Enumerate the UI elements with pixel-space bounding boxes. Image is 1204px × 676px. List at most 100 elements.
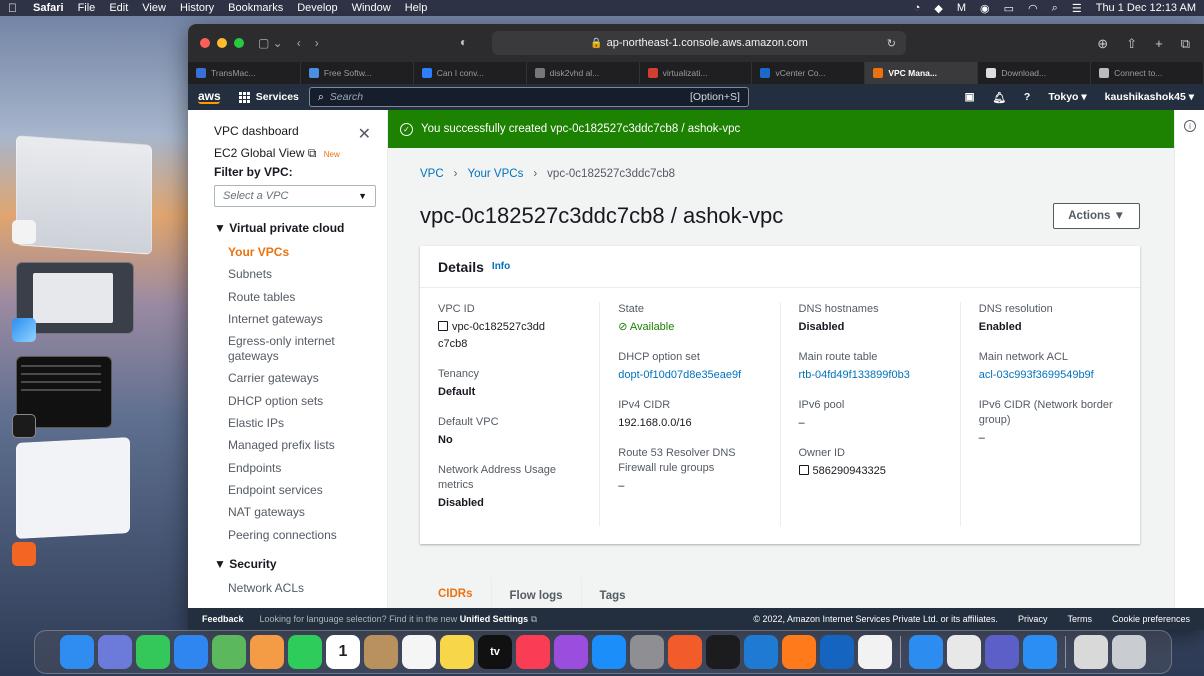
tab-tags[interactable]: Tags — [582, 578, 644, 609]
reminders-icon[interactable] — [402, 635, 436, 669]
reload-icon[interactable]: ↻ — [887, 37, 896, 50]
contacts-icon[interactable] — [364, 635, 398, 669]
terms-link[interactable]: Terms — [1067, 614, 1092, 624]
close-window-button[interactable] — [200, 38, 210, 48]
music-icon[interactable] — [516, 635, 550, 669]
browser-tab[interactable]: Connect to... — [1091, 62, 1204, 84]
nav-item-endpoints[interactable]: Endpoints — [228, 461, 387, 476]
nav-item-peering-connections[interactable]: Peering connections — [228, 528, 387, 543]
cookie-preferences-link[interactable]: Cookie preferences — [1112, 614, 1190, 624]
tab-cidrs[interactable]: CIDRs — [420, 577, 492, 608]
outlook-icon[interactable] — [820, 635, 854, 669]
actions-dropdown-button[interactable]: Actions ▼ — [1053, 203, 1140, 229]
battery-icon[interactable]: ▭ — [1004, 2, 1014, 15]
tab-flow-logs[interactable]: Flow logs — [492, 577, 582, 608]
document-icon[interactable] — [858, 635, 892, 669]
textedit-icon[interactable] — [947, 635, 981, 669]
tab-overview-icon[interactable]: ⧉ — [1181, 36, 1190, 52]
menu-help[interactable]: Help — [405, 2, 428, 14]
nav-item-subnets[interactable]: Subnets — [228, 267, 387, 282]
browser-tab[interactable]: virtualizati... — [640, 62, 753, 84]
main-network-acl-link[interactable]: acl-03c993f3699549b9f — [979, 367, 1122, 384]
breadcrumb-your-vpcs[interactable]: Your VPCs — [468, 168, 524, 180]
browser-tab[interactable]: disk2vhd al... — [527, 62, 640, 84]
menu-window[interactable]: Window — [352, 2, 391, 14]
minimize-window-button[interactable] — [217, 38, 227, 48]
new-tab-icon[interactable]: + — [1155, 36, 1163, 52]
tv-icon[interactable]: tv — [478, 635, 512, 669]
menu-file[interactable]: File — [78, 2, 96, 14]
nav-item-nat-gateways[interactable]: NAT gateways — [228, 505, 387, 520]
status-app-icon[interactable]: ◆ — [934, 2, 942, 15]
nav-item-endpoint-services[interactable]: Endpoint services — [228, 483, 387, 498]
menu-develop[interactable]: Develop — [297, 2, 337, 14]
zoom-window-button[interactable] — [234, 38, 244, 48]
browser-tab[interactable]: Free Softw... — [301, 62, 414, 84]
services-menu-button[interactable]: Services — [238, 91, 299, 103]
info-icon[interactable]: i — [1184, 120, 1196, 132]
status-m-icon[interactable]: M — [957, 2, 966, 14]
nav-section-security[interactable]: ▼ Security — [214, 557, 387, 571]
document-app-icon[interactable] — [12, 220, 36, 244]
browser-tab[interactable]: vCenter Co... — [752, 62, 866, 84]
keynote-icon[interactable] — [1023, 635, 1057, 669]
share-icon[interactable]: ⇧ — [1126, 36, 1137, 52]
wifi-icon[interactable]: ◠ — [1028, 2, 1038, 15]
status-clock-icon[interactable]: ◉ — [980, 2, 990, 15]
apple-menu-icon[interactable]:  — [8, 1, 17, 15]
forward-icon[interactable]: › — [315, 36, 319, 50]
cloudshell-icon[interactable]: ▣ — [965, 91, 975, 103]
privacy-link[interactable]: Privacy — [1018, 614, 1048, 624]
finder-icon[interactable] — [12, 318, 36, 342]
nav-item-egress-only-internet-gateways[interactable]: Egress-only internet gateways — [228, 334, 348, 364]
browser-tab[interactable]: TransMac... — [188, 62, 301, 84]
notes-icon[interactable] — [440, 635, 474, 669]
address-bar[interactable]: 🔒 ap-northeast-1.console.aws.amazon.com … — [492, 31, 906, 55]
launchpad-icon[interactable] — [98, 635, 132, 669]
console-search-input[interactable]: ⌕ Search [Option+S] — [308, 87, 749, 107]
menu-edit[interactable]: Edit — [109, 2, 128, 14]
browser-tab[interactable]: Download... — [978, 62, 1092, 84]
nav-item-route-tables[interactable]: Route tables — [228, 290, 387, 305]
menu-app-name[interactable]: Safari — [33, 2, 64, 14]
nav-item-network-acls[interactable]: Network ACLs — [228, 581, 387, 596]
aws-logo[interactable]: aws — [198, 90, 221, 104]
spotlight-icon[interactable]: ⌕ — [1052, 2, 1058, 15]
menubar-clock[interactable]: Thu 1 Dec 12:13 AM — [1096, 2, 1196, 14]
menu-bookmarks[interactable]: Bookmarks — [228, 2, 283, 14]
sidebar-toggle-icon[interactable]: ▢ ⌄ — [258, 36, 283, 50]
privacy-shield-icon[interactable]: ◐ — [460, 35, 467, 49]
safari-icon[interactable] — [909, 635, 943, 669]
nav-item-managed-prefix-lists[interactable]: Managed prefix lists — [228, 438, 387, 453]
brave-icon[interactable] — [668, 635, 702, 669]
vscode-icon[interactable] — [744, 635, 778, 669]
maps-icon[interactable] — [212, 635, 246, 669]
nav-section-virtual-private-cloud[interactable]: ▼ Virtual private cloud — [214, 221, 387, 235]
copy-icon[interactable] — [798, 465, 809, 475]
details-info-link[interactable]: Info — [492, 261, 510, 272]
nav-item-elastic-ips[interactable]: Elastic IPs — [228, 416, 387, 431]
account-menu[interactable]: kaushikashok45 ▾ — [1105, 91, 1194, 103]
breadcrumb-vpc[interactable]: VPC — [420, 168, 444, 180]
stage-manager-window-1[interactable] — [16, 135, 152, 255]
nav-item-internet-gateways[interactable]: Internet gateways — [228, 312, 387, 327]
messages-icon[interactable] — [136, 635, 170, 669]
calendar-icon[interactable]: 1 — [326, 635, 360, 669]
photos-icon[interactable] — [250, 635, 284, 669]
facetime-icon[interactable] — [288, 635, 322, 669]
menu-view[interactable]: View — [142, 2, 166, 14]
preview-icon[interactable] — [1074, 635, 1108, 669]
brave-icon[interactable] — [12, 542, 36, 566]
trash-icon[interactable] — [1112, 635, 1146, 669]
status-vpn-icon[interactable]: ◔ — [914, 2, 921, 14]
main-route-table-link[interactable]: rtb-04fd49f133899f0b3 — [799, 367, 942, 384]
unified-settings-link[interactable]: Unified Settings — [460, 614, 529, 624]
finder-icon[interactable] — [60, 635, 94, 669]
system-preferences-icon[interactable] — [630, 635, 664, 669]
stage-manager-window-4[interactable] — [16, 437, 130, 539]
terminal-icon[interactable] — [12, 414, 36, 438]
nav-item-carrier-gateways[interactable]: Carrier gateways — [228, 371, 387, 386]
dhcp-option-set-link[interactable]: dopt-0f10d07d8e35eae9f — [618, 367, 761, 384]
teams-icon[interactable] — [985, 635, 1019, 669]
copy-icon[interactable] — [438, 321, 448, 331]
